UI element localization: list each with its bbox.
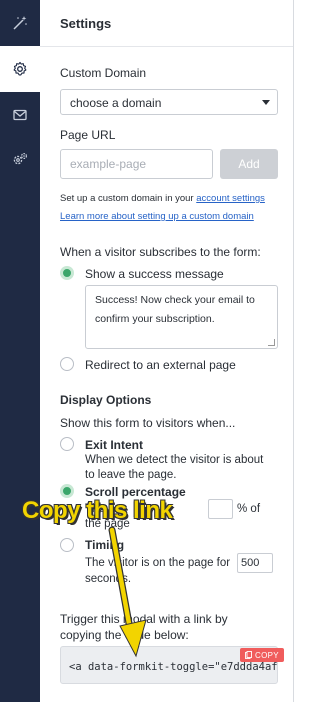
copy-button-label: COPY bbox=[255, 650, 279, 660]
rail-item-settings[interactable] bbox=[0, 46, 40, 92]
exit-intent-title[interactable]: Exit Intent bbox=[85, 438, 143, 452]
timing-seconds-input[interactable] bbox=[237, 553, 273, 573]
rail-item-magic-wand[interactable] bbox=[0, 0, 40, 46]
magic-wand-icon bbox=[13, 16, 27, 30]
panel-title: Settings bbox=[60, 16, 112, 31]
rail-item-advanced[interactable] bbox=[0, 136, 40, 182]
success-message-radio[interactable] bbox=[60, 266, 74, 280]
copy-button[interactable]: COPY bbox=[240, 648, 284, 662]
success-message-textarea[interactable]: Success! Now check your email to confirm… bbox=[85, 285, 278, 349]
learn-more-link[interactable]: Learn more about setting up a custom dom… bbox=[60, 211, 254, 222]
page-url-label: Page URL bbox=[60, 128, 116, 142]
rail-item-email[interactable] bbox=[0, 92, 40, 138]
subscribe-label: When a visitor subscribes to the form: bbox=[60, 245, 261, 259]
custom-domain-selected: choose a domain bbox=[70, 96, 162, 110]
resize-handle-icon[interactable] bbox=[268, 339, 275, 346]
timing-desc-line2: seconds. bbox=[85, 573, 132, 585]
copy-icon bbox=[245, 651, 252, 659]
embed-code: <a data-formkit-toggle="e7ddda4afb" bbox=[69, 661, 278, 673]
trigger-label: Trigger this modal with a link by copyin… bbox=[60, 612, 228, 642]
scroll-desc-suffix: % of bbox=[237, 503, 261, 515]
timing-radio[interactable] bbox=[60, 538, 74, 552]
learn-more-note: Learn more about setting up a custom dom… bbox=[60, 211, 254, 222]
left-nav-rail bbox=[0, 0, 40, 702]
title-divider bbox=[40, 46, 293, 47]
add-button[interactable]: Add bbox=[220, 149, 278, 179]
success-message-option[interactable]: Show a success message bbox=[85, 267, 224, 281]
settings-panel: Settings Custom Domain choose a domain P… bbox=[40, 0, 294, 702]
custom-domain-select[interactable]: choose a domain bbox=[60, 89, 278, 115]
redirect-option[interactable]: Redirect to an external page bbox=[85, 358, 236, 372]
redirect-radio[interactable] bbox=[60, 357, 74, 371]
gear-icon bbox=[13, 61, 27, 76]
cogs-icon bbox=[13, 152, 28, 165]
scroll-percentage-radio[interactable] bbox=[60, 484, 74, 498]
exit-intent-radio[interactable] bbox=[60, 437, 74, 451]
scroll-percentage-input[interactable] bbox=[208, 499, 233, 519]
success-message-text: Success! Now check your email to confirm… bbox=[95, 294, 255, 325]
display-options-subtitle: Show this form to visitors when... bbox=[60, 416, 236, 430]
exit-intent-desc: When we detect the visitor is about to l… bbox=[85, 454, 264, 481]
annotation-callout: Copy this link bbox=[22, 497, 173, 524]
timing-desc-prefix: The visitor is on the page for bbox=[85, 557, 231, 569]
chevron-down-icon bbox=[262, 100, 270, 105]
custom-domain-label: Custom Domain bbox=[60, 66, 147, 80]
domain-note-text: Set up a custom domain in your bbox=[60, 193, 197, 204]
envelope-icon bbox=[13, 109, 27, 121]
display-options-title: Display Options bbox=[60, 393, 152, 407]
page-url-input[interactable] bbox=[60, 149, 213, 179]
account-settings-link[interactable]: account settings bbox=[196, 193, 265, 204]
timing-title[interactable]: Timing bbox=[85, 538, 124, 552]
domain-note: Set up a custom domain in your account s… bbox=[60, 193, 265, 204]
